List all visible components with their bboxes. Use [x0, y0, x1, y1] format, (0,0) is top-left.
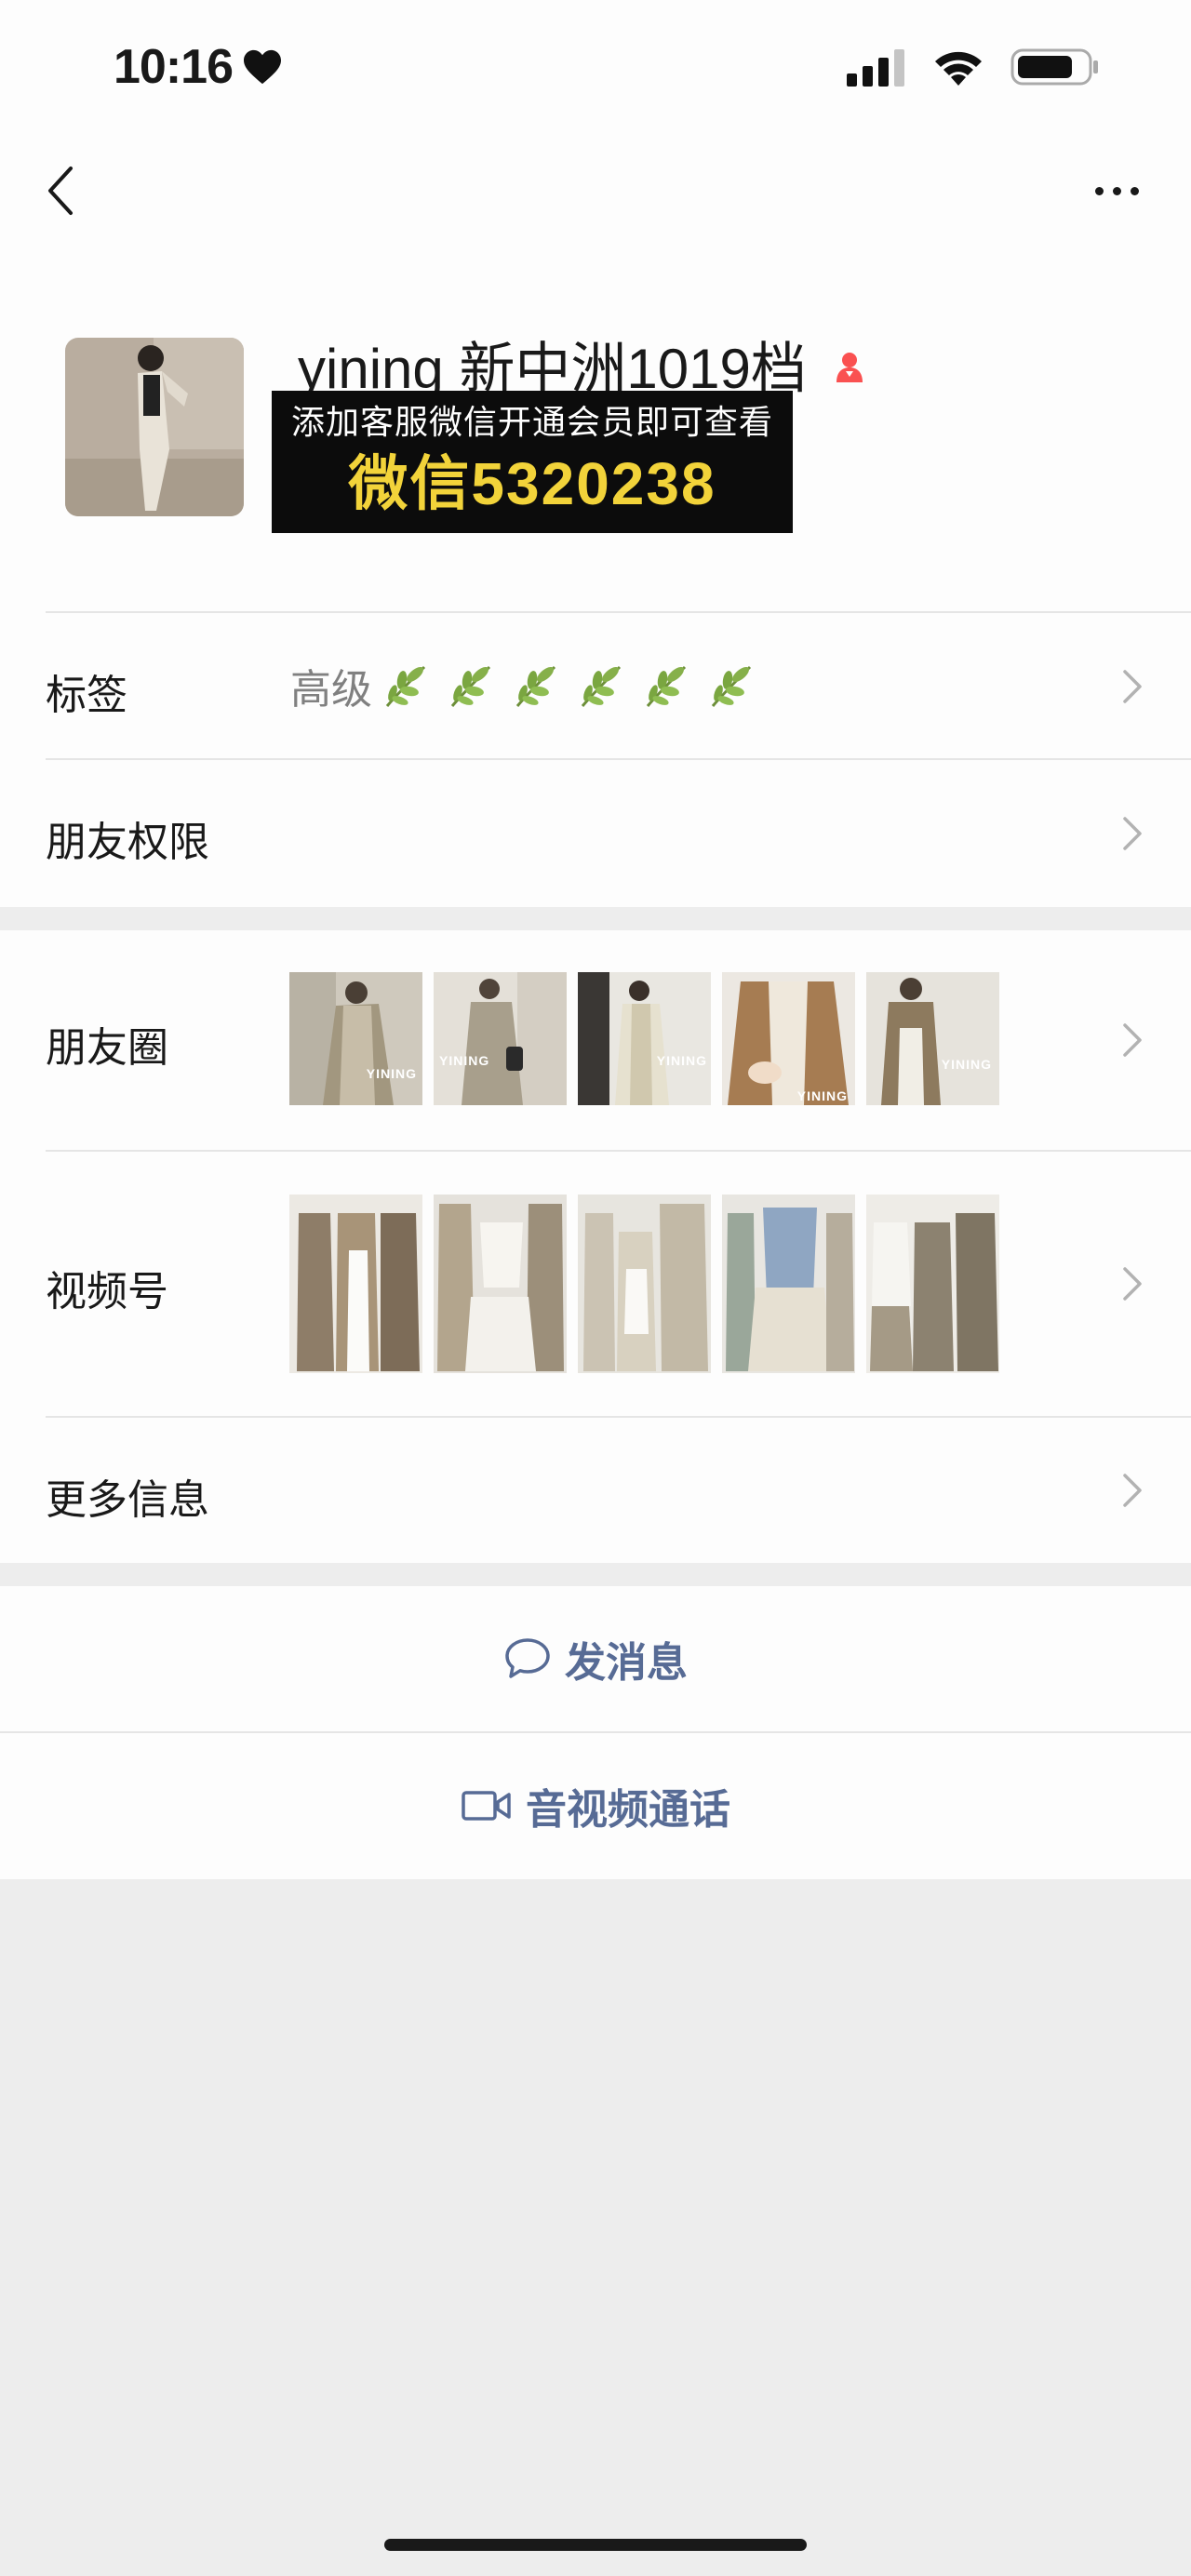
moments-thumbnail: YINING [578, 972, 711, 1105]
leaf-icon [385, 665, 426, 707]
chevron-right-icon [1123, 817, 1142, 850]
chevron-right-icon [1123, 670, 1142, 703]
row-channels[interactable]: 视频号 [0, 1152, 1191, 1416]
send-message-label: 发消息 [565, 1640, 688, 1686]
channels-thumbnail [866, 1195, 999, 1373]
promo-line1: 添加客服微信开通会员即可查看 [290, 403, 773, 441]
promo-banner: 添加客服微信开通会员即可查看 微信5320238 [272, 391, 793, 533]
chat-bubble-icon [505, 1638, 550, 1678]
watermark: YINING [656, 1053, 707, 1068]
watermark: YINING [796, 1088, 848, 1103]
tag-value: 高级 [290, 611, 757, 760]
dot [1094, 186, 1104, 195]
watermark: YINING [941, 1057, 992, 1072]
leaf-icon [711, 665, 752, 707]
row-friend-permissions[interactable]: 朋友权限 [0, 760, 1191, 907]
moments-thumbnail: YINING [722, 972, 855, 1105]
nav-bar [0, 149, 1191, 233]
watermark: YINING [439, 1053, 490, 1068]
promo-line2: 微信5320238 [348, 450, 716, 517]
heart-icon [244, 49, 281, 85]
content-section: 朋友圈 YINING YINING YINING YINING YINING 视… [0, 930, 1191, 1563]
row-label-moments: 朋友圈 [46, 1025, 168, 1071]
moments-thumbnail: YINING [866, 972, 999, 1105]
dot [1130, 186, 1139, 195]
chevron-left-icon [48, 167, 73, 215]
row-label-tags: 标签 [46, 673, 127, 718]
leaf-icon [515, 665, 556, 707]
status-bar: 10:16 [0, 0, 1191, 140]
row-more-info[interactable]: 更多信息 [0, 1418, 1191, 1563]
battery-icon [1010, 48, 1098, 86]
home-indicator[interactable] [384, 2539, 807, 2551]
video-camera-icon [462, 1791, 511, 1821]
moments-thumbnail: YINING [289, 972, 422, 1105]
cellular-signal-icon [847, 49, 904, 87]
row-label-more-info: 更多信息 [46, 1477, 209, 1523]
leaf-icon [581, 665, 622, 707]
row-tags[interactable]: 标签 高级 [0, 611, 1191, 760]
status-time: 10:16 [114, 39, 283, 95]
video-call-button[interactable]: 音视频通话 [0, 1733, 1191, 1878]
channels-thumbnail [722, 1195, 855, 1373]
profile-header: yining 新中洲1019档 添加客服微信开通会员即可查看 微信5320238 [0, 307, 1191, 614]
video-call-label: 音视频通话 [526, 1787, 730, 1833]
tag-text: 高级 [290, 667, 372, 713]
time-text: 10:16 [114, 40, 234, 94]
channels-thumbnails [289, 1195, 999, 1373]
dot [1112, 186, 1121, 195]
channels-thumbnail [289, 1195, 422, 1373]
watermark: YINING [366, 1066, 417, 1081]
row-moments[interactable]: 朋友圈 YINING YINING YINING YINING YINING [0, 930, 1191, 1150]
actions-section: 发消息 音视频通话 [0, 1586, 1191, 1879]
chevron-right-icon [1123, 1474, 1142, 1507]
profile-card: 10:16 yining 新中洲1019档 添加客服微信开通会员即可查看 微信5… [0, 0, 1191, 907]
send-message-button[interactable]: 发消息 [0, 1586, 1191, 1731]
row-label-permissions: 朋友权限 [46, 820, 209, 865]
chevron-right-icon [1123, 1023, 1142, 1057]
channels-thumbnail [434, 1195, 567, 1373]
avatar[interactable] [65, 338, 244, 516]
leaf-icon [450, 665, 491, 707]
chevron-right-icon [1123, 1267, 1142, 1301]
back-button[interactable] [37, 163, 84, 219]
wifi-icon [935, 51, 982, 86]
moments-thumbnail: YINING [434, 972, 567, 1105]
status-icons [847, 47, 1100, 87]
moments-thumbnails: YINING YINING YINING YINING YINING [289, 972, 999, 1105]
avatar-image [65, 338, 244, 516]
leaf-icon [646, 665, 687, 707]
female-gender-icon [836, 352, 863, 382]
channels-thumbnail [578, 1195, 711, 1373]
more-options-button[interactable] [1079, 163, 1154, 219]
leaf-emoji-list [380, 660, 757, 712]
row-label-channels: 视频号 [46, 1269, 168, 1315]
